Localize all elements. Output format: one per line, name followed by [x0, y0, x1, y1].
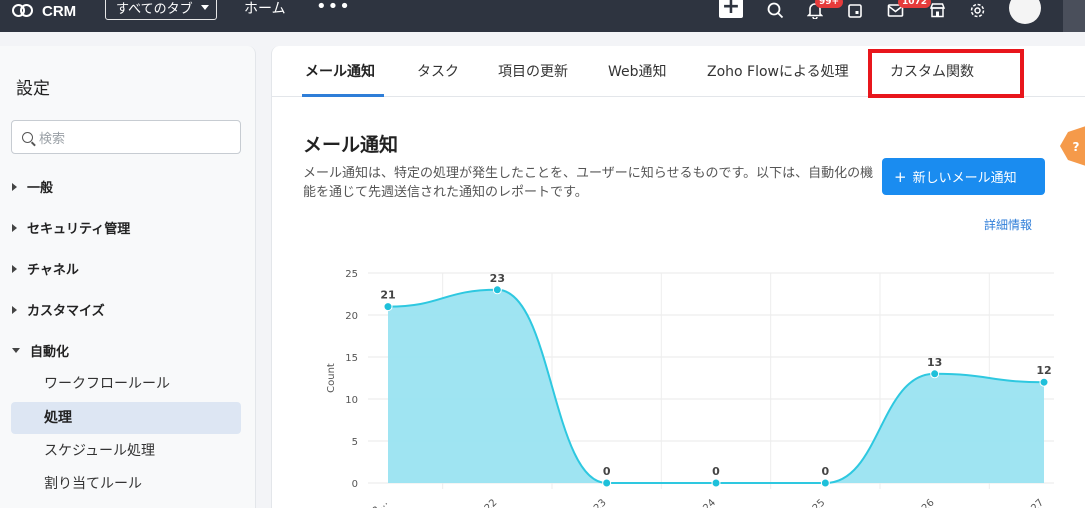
more-tabs-button[interactable]: ••• — [316, 0, 351, 18]
notification-badge: 99+ — [815, 0, 844, 8]
settings-sidebar: 設定 検索 一般 セキュリティ管理 チャネル カスタマイズ 自動化 ワークフロー… — [0, 46, 256, 508]
chevron-right-icon — [12, 182, 17, 191]
plus-icon: + — [894, 167, 907, 186]
data-point[interactable] — [602, 478, 612, 488]
data-label: 13 — [927, 356, 942, 369]
home-tab[interactable]: ホーム — [244, 0, 286, 18]
all-tabs-dropdown[interactable]: すべてのタブ — [105, 0, 217, 20]
data-label: 23 — [490, 272, 505, 285]
chevron-down-icon — [12, 348, 20, 353]
notifications-chart: 0 5 10 15 20 25 2… 22 23 24 25 26 27 Count 21 23 0 0 0 13 1… — [326, 269, 1054, 508]
main-panel: メール通知 タスク 項目の更新 Web通知 Zoho Flowによる処理 カスタ… — [271, 46, 1085, 508]
active-tab-indicator — [302, 94, 384, 97]
calendar-icon[interactable] — [845, 0, 865, 20]
data-label: 12 — [1036, 364, 1051, 377]
action-tabs: メール通知 タスク 項目の更新 Web通知 Zoho Flowによる処理 カスタ… — [272, 46, 1085, 98]
x-tick-label: 27 — [1029, 497, 1046, 508]
sidebar-group-security[interactable]: セキュリティ管理 — [12, 218, 130, 237]
learn-more-link[interactable]: 詳細情報 — [984, 216, 1032, 233]
tab-email-notifications[interactable]: メール通知 — [305, 61, 375, 81]
app-name: CRM — [42, 2, 77, 20]
sidebar-item-actions[interactable]: 処理 — [11, 402, 241, 434]
chevron-right-icon — [12, 305, 17, 314]
data-point[interactable] — [930, 369, 940, 379]
top-bar: CRM すべてのタブ ホーム ••• + 99+ 1072 — [0, 0, 1085, 32]
y-tick-label: 10 — [345, 395, 358, 406]
sidebar-group-customize[interactable]: カスタマイズ — [12, 300, 105, 319]
data-label: 0 — [603, 465, 611, 478]
y-tick-label: 5 — [352, 437, 358, 448]
all-tabs-label: すべてのタブ — [116, 1, 193, 17]
chevron-right-icon — [12, 264, 17, 273]
search-placeholder: 検索 — [39, 131, 66, 147]
gear-icon[interactable] — [967, 0, 987, 20]
x-tick-label: 26 — [920, 497, 937, 508]
sidebar-group-label: チャネル — [27, 263, 79, 278]
y-tick-label: 15 — [345, 353, 358, 364]
data-point[interactable] — [711, 478, 721, 488]
page-title: メール通知 — [303, 134, 399, 156]
new-button-label: 新しいメール通知 — [912, 171, 1017, 186]
y-tick-label: 20 — [345, 311, 358, 322]
tab-tasks[interactable]: タスク — [417, 61, 459, 81]
x-tick-label: 2… — [371, 497, 390, 508]
sidebar-item-schedules[interactable]: スケジュール処理 — [11, 435, 241, 467]
sidebar-group-general[interactable]: 一般 — [12, 177, 53, 196]
search-icon — [22, 131, 33, 143]
data-point[interactable] — [492, 285, 502, 295]
help-icon-glyph: ? — [1073, 140, 1080, 154]
data-label: 0 — [712, 465, 720, 478]
custom-functions-highlight — [868, 49, 1024, 98]
sidebar-group-label: 一般 — [27, 181, 54, 196]
y-tick-label: 25 — [345, 269, 358, 280]
help-icon[interactable]: ? — [1058, 126, 1085, 166]
data-label: 21 — [380, 289, 395, 302]
x-tick-label: 24 — [701, 497, 718, 508]
tab-field-updates[interactable]: 項目の更新 — [498, 61, 568, 81]
sidebar-item-assignment-rules[interactable]: 割り当てルール — [11, 468, 241, 500]
x-tick-label: 22 — [483, 497, 500, 508]
marketplace-icon[interactable] — [927, 0, 947, 20]
x-tick-label: 23 — [592, 497, 609, 508]
chevron-right-icon — [12, 223, 17, 232]
sidebar-search-input[interactable]: 検索 — [11, 120, 241, 154]
series-area — [388, 289, 1044, 483]
chevron-down-icon — [200, 4, 209, 10]
sidebar-group-label: カスタマイズ — [27, 304, 105, 319]
sidebar-group-automation[interactable]: 自動化 — [12, 341, 69, 360]
crm-logo[interactable]: CRM — [12, 0, 76, 22]
sidebar-group-label: 自動化 — [30, 345, 70, 360]
window-edge — [1063, 0, 1085, 32]
new-email-notification-button[interactable]: + 新しいメール通知 — [882, 158, 1045, 195]
y-tick-label: 0 — [352, 479, 358, 490]
data-label: 0 — [822, 465, 830, 478]
sidebar-group-channels[interactable]: チャネル — [12, 259, 79, 278]
data-point[interactable] — [820, 478, 830, 488]
x-tick-label: 25 — [811, 497, 828, 508]
page-description: メール通知は、特定の処理が発生したことを、ユーザーに知らせるものです。以下は、自… — [303, 166, 874, 200]
zoho-logo-icon — [12, 3, 34, 19]
sidebar-title: 設定 — [16, 79, 50, 99]
quick-create-button[interactable]: + — [719, 0, 743, 18]
data-point[interactable] — [383, 302, 393, 312]
tab-zoho-flow[interactable]: Zoho Flowによる処理 — [707, 61, 849, 81]
sidebar-group-label: セキュリティ管理 — [27, 222, 131, 237]
search-icon[interactable] — [765, 0, 785, 20]
sidebar-item-workflow-rules[interactable]: ワークフロールール — [11, 368, 241, 400]
y-axis-label: Count — [326, 363, 337, 393]
data-point[interactable] — [1039, 377, 1049, 387]
user-avatar[interactable] — [1009, 0, 1041, 24]
tab-web-notifications[interactable]: Web通知 — [608, 61, 667, 81]
